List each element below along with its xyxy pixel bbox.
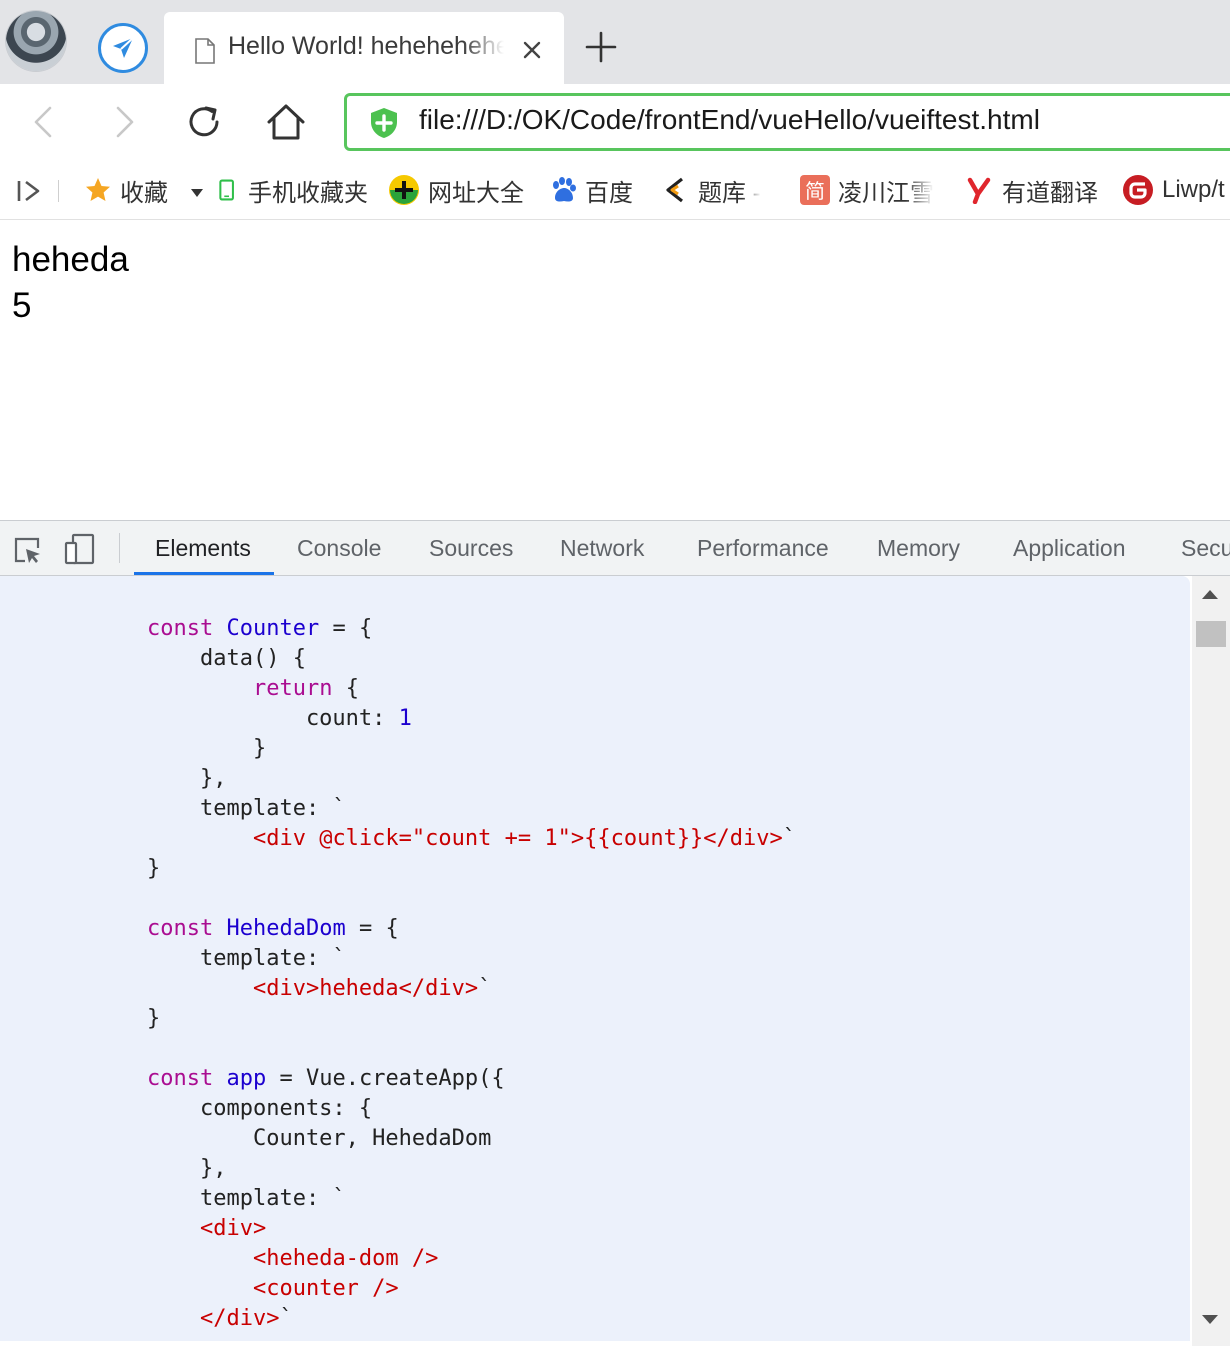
heheda-output: heheda	[12, 240, 129, 279]
source-code-panel[interactable]: const Counter = { data() { return { coun…	[0, 576, 1190, 1341]
bookmark-label: 题库 -	[698, 179, 761, 207]
home-icon[interactable]	[266, 102, 306, 142]
tab-performance[interactable]: Performance	[697, 535, 829, 562]
devtools-tab-bar: Elements Console Sources Network Perform…	[0, 521, 1230, 576]
counter-output[interactable]: 5	[12, 286, 31, 326]
bookmark-question-bank[interactable]: 题库 -	[662, 172, 761, 208]
bookmark-label: 百度	[585, 179, 633, 207]
bookmark-label: 网址大全	[428, 179, 524, 207]
active-tab[interactable]: Hello World! hehehehehe	[164, 12, 564, 84]
tab-strip: Hello World! hehehehehe	[0, 0, 1230, 84]
vertical-scrollbar[interactable]	[1192, 576, 1230, 1346]
bookmark-label: 凌川江雪	[838, 179, 934, 207]
navigation-extension-button[interactable]	[98, 23, 148, 73]
gitee-icon	[1123, 175, 1153, 205]
url-directory-icon	[389, 175, 419, 205]
reload-icon[interactable]	[184, 102, 224, 142]
bookmark-baidu[interactable]: 百度	[549, 172, 633, 208]
caret-down-icon[interactable]	[190, 188, 204, 198]
bookmarks-bar: 收藏 手机收藏夹 网址大全 百度 题库 - 简 凌川江雪 有道翻译 Liwp/t	[0, 160, 1230, 220]
phone-icon	[219, 179, 234, 201]
bookmark-favorites[interactable]: 收藏	[84, 172, 168, 208]
navigation-toolbar: file:///D:/OK/Code/frontEnd/vueHello/vue…	[0, 84, 1230, 160]
tab-elements[interactable]: Elements	[155, 535, 251, 562]
question-bank-icon	[666, 177, 683, 203]
devtools-panel: Elements Console Sources Network Perform…	[0, 520, 1230, 1346]
sidebar-toggle-icon[interactable]	[16, 178, 42, 204]
tab-memory[interactable]: Memory	[877, 535, 960, 562]
bookmark-youdao[interactable]: 有道翻译	[966, 172, 1098, 208]
star-icon	[86, 178, 110, 201]
page-icon	[195, 38, 215, 64]
inspect-element-icon[interactable]	[12, 535, 42, 565]
secure-shield-icon	[371, 108, 397, 138]
bookmark-gitee[interactable]: Liwp/t	[1122, 172, 1225, 208]
bookmark-mobile-favorites[interactable]: 手机收藏夹	[218, 172, 368, 208]
address-bar[interactable]: file:///D:/OK/Code/frontEnd/vueHello/vue…	[344, 93, 1230, 151]
tab-security[interactable]: Secu	[1181, 535, 1230, 562]
user-avatar[interactable]	[6, 11, 66, 71]
devtools-divider	[119, 533, 120, 563]
new-tab-plus-icon[interactable]	[584, 30, 618, 64]
forward-arrow-icon[interactable]	[104, 102, 144, 142]
page-content: heheda 5	[0, 220, 1230, 520]
bookmark-label: 有道翻译	[1002, 179, 1098, 207]
paper-plane-icon	[113, 37, 134, 58]
bookmark-jianshu[interactable]: 简 凌川江雪	[800, 172, 934, 208]
script-source: const Counter = { data() { return { coun…	[147, 616, 797, 1331]
tab-sources[interactable]: Sources	[429, 535, 513, 562]
active-tab-indicator	[134, 572, 274, 575]
tab-console[interactable]: Console	[297, 535, 381, 562]
device-toolbar-icon[interactable]	[64, 533, 96, 565]
close-tab-icon[interactable]	[520, 38, 544, 62]
baidu-paw-icon	[553, 177, 576, 202]
tab-network[interactable]: Network	[560, 535, 644, 562]
url-text: file:///D:/OK/Code/frontEnd/vueHello/vue…	[419, 104, 1040, 135]
bookmark-label: 手机收藏夹	[248, 179, 368, 207]
bookmark-label: Liwp/t	[1162, 176, 1225, 203]
scroll-down-arrow-icon[interactable]	[1201, 1314, 1219, 1326]
youdao-icon	[967, 177, 991, 204]
tab-application[interactable]: Application	[1013, 535, 1126, 562]
tab-title: Hello World! hehehehehe	[228, 32, 504, 60]
back-arrow-icon[interactable]	[24, 102, 64, 142]
bookmark-url-directory[interactable]: 网址大全	[388, 172, 524, 208]
scrollbar-thumb[interactable]	[1196, 621, 1226, 647]
bookmark-label: 收藏	[120, 179, 168, 207]
svg-text:简: 简	[805, 179, 825, 203]
scroll-up-arrow-icon[interactable]	[1201, 588, 1219, 600]
jianshu-icon: 简	[800, 175, 830, 205]
bookmarks-divider	[58, 180, 59, 202]
